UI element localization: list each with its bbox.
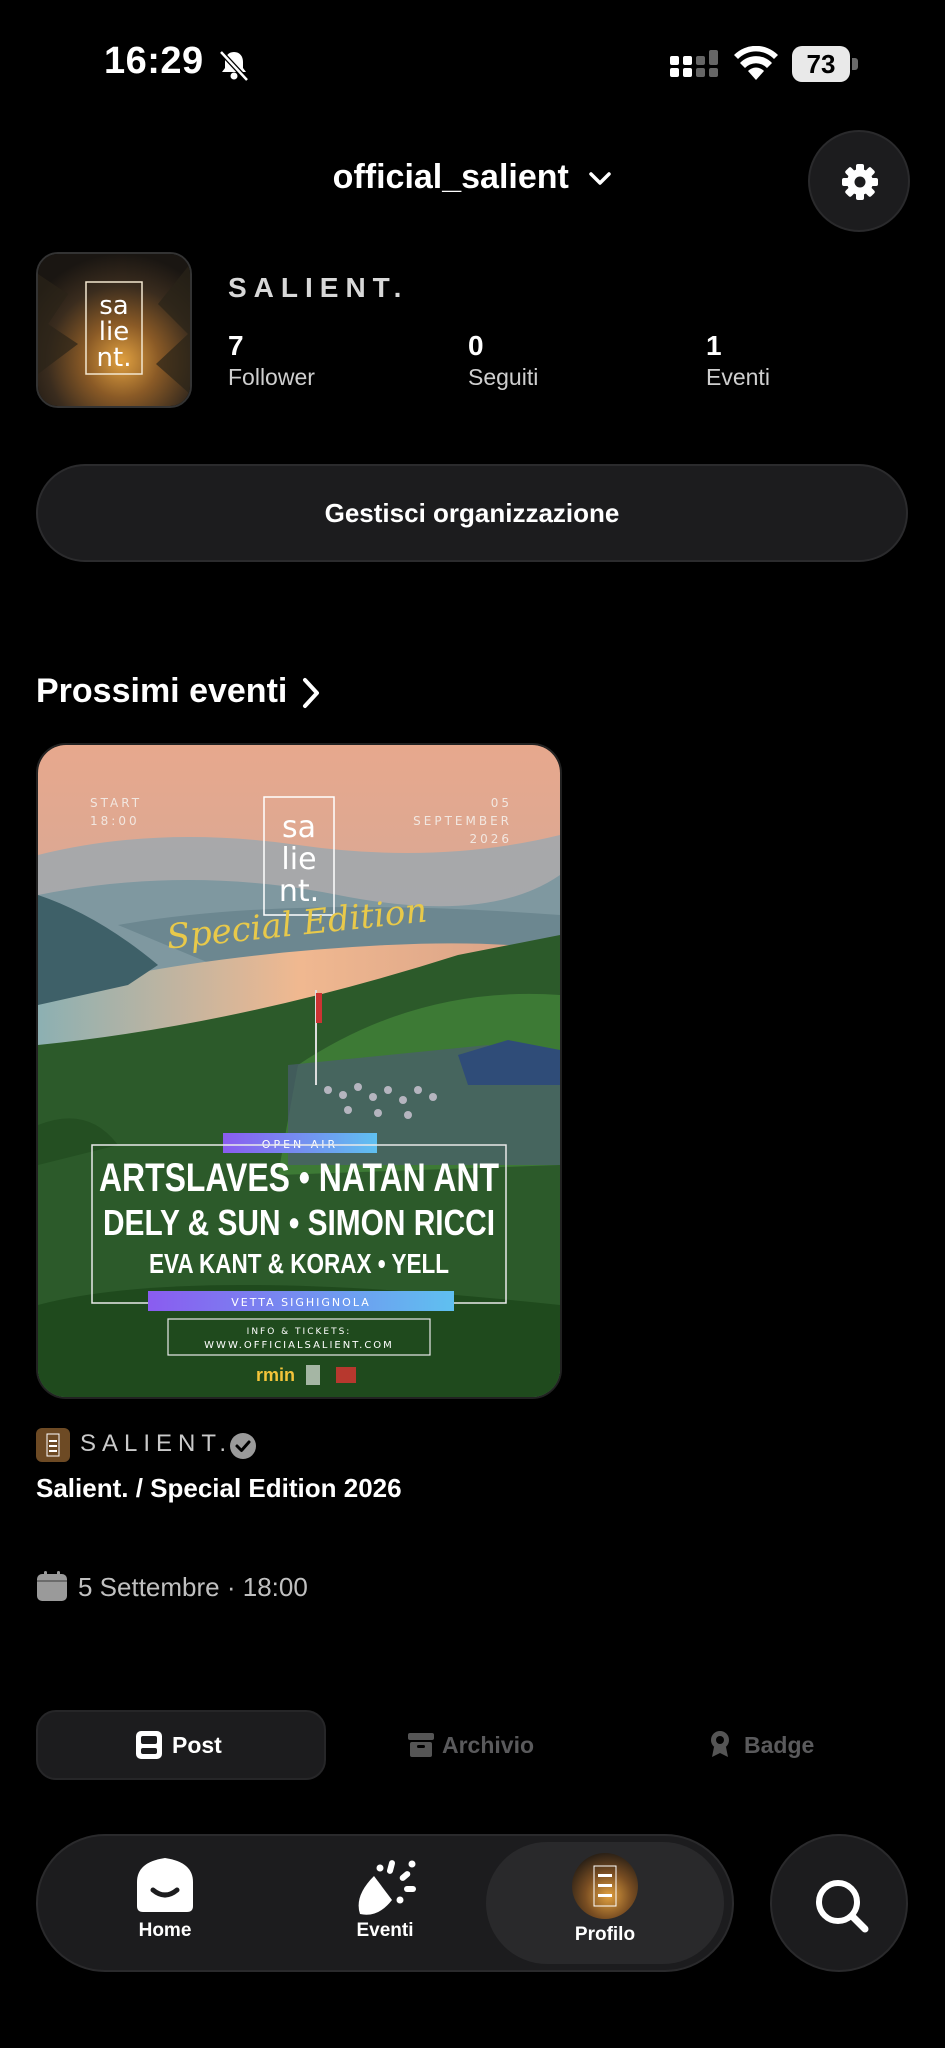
following-label[interactable]: Seguiti <box>468 364 538 391</box>
battery-indicator: 73 <box>792 46 858 82</box>
event-date-text: 5 Settembre · 18:00 <box>78 1572 308 1602</box>
organizer-name: SALIENT. <box>80 1430 233 1457</box>
poster-info-label: INFO & TICKETS: <box>247 1327 352 1337</box>
poster-date-month: SEPTEMBER <box>413 814 512 828</box>
following-count[interactable]: 0 <box>468 330 484 362</box>
nav-home-label: Home <box>138 1920 192 1941</box>
account-name: official_salient <box>332 158 569 196</box>
poster-logo-line2: lie <box>281 842 316 877</box>
settings-button[interactable] <box>808 130 910 232</box>
gear-icon <box>842 164 878 200</box>
nav-home[interactable]: Home <box>100 1856 230 1956</box>
bell-muted-icon <box>219 50 249 82</box>
org-avatar[interactable]: sa lie nt. <box>36 252 192 408</box>
followers-count[interactable]: 7 <box>228 330 244 362</box>
calendar-icon <box>37 1571 67 1601</box>
poster-website: WWW.OFFICIALSALIENT.COM <box>204 1340 394 1351</box>
event-title[interactable]: Salient. / Special Edition 2026 <box>36 1473 402 1504</box>
upcoming-events-header[interactable]: Prossimi eventi <box>36 672 321 711</box>
chevron-right-icon <box>302 678 319 709</box>
poster-logo-line1: sa <box>282 810 316 845</box>
event-poster[interactable]: START 18:00 05 SEPTEMBER 2026 sa lie nt.… <box>36 743 562 1399</box>
account-switcher[interactable]: official_salient <box>0 158 945 197</box>
events-label[interactable]: Eventi <box>706 364 770 391</box>
organizer-avatar <box>36 1428 70 1462</box>
home-icon <box>137 1858 193 1912</box>
tab-post-content[interactable]: Post <box>36 1710 326 1780</box>
poster-sponsor-logo: rmin <box>256 1365 295 1385</box>
nav-eventi-label: Eventi <box>356 1920 414 1941</box>
profile-avatar-icon <box>572 1853 638 1919</box>
search-icon <box>816 1880 869 1933</box>
poster-start-label: START <box>90 796 142 810</box>
nav-eventi[interactable]: Eventi <box>320 1856 450 1956</box>
tab-archivio-label: Archivio <box>442 1732 535 1758</box>
tab-badge-label: Badge <box>744 1732 815 1758</box>
archive-icon <box>408 1733 434 1757</box>
tab-archivio[interactable]: Archivio <box>400 1710 600 1780</box>
party-popper-icon <box>358 1860 416 1915</box>
poster-lineup-1: ARTSLAVES • NATAN ANT <box>99 1156 499 1200</box>
tab-badge[interactable]: Badge <box>706 1710 886 1780</box>
avatar-logo-line3: nt. <box>97 343 132 373</box>
search-button[interactable] <box>770 1834 908 1972</box>
section-title: Prossimi eventi <box>36 672 288 710</box>
badge-icon <box>711 1731 729 1757</box>
poster-venue: VETTA SIGHIGNOLA <box>231 1296 370 1309</box>
chevron-down-icon <box>589 172 612 185</box>
tab-post-label: Post <box>172 1732 222 1758</box>
manage-organization-button[interactable]: Gestisci organizzazione <box>36 464 908 562</box>
poster-lineup-3: EVA KANT & KORAX • YELL <box>149 1248 449 1279</box>
verified-badge-icon <box>230 1433 256 1459</box>
poster-start-time: 18:00 <box>90 814 140 828</box>
poster-date-year: 2026 <box>469 832 512 846</box>
wifi-icon <box>734 46 778 80</box>
cellular-signal-icon <box>670 50 718 77</box>
poster-lineup-2: DELY & SUN • SIMON RICCI <box>103 1202 495 1243</box>
post-icon <box>136 1731 162 1759</box>
status-time: 16:29 <box>104 40 204 82</box>
followers-label[interactable]: Follower <box>228 364 315 391</box>
events-count[interactable]: 1 <box>706 330 722 362</box>
org-name: SALIENT. <box>228 272 409 303</box>
nav-profilo[interactable]: Profilo <box>540 1852 670 1956</box>
battery-level: 73 <box>792 46 850 82</box>
poster-date-day: 05 <box>491 796 512 810</box>
nav-profilo-label: Profilo <box>574 1924 636 1945</box>
